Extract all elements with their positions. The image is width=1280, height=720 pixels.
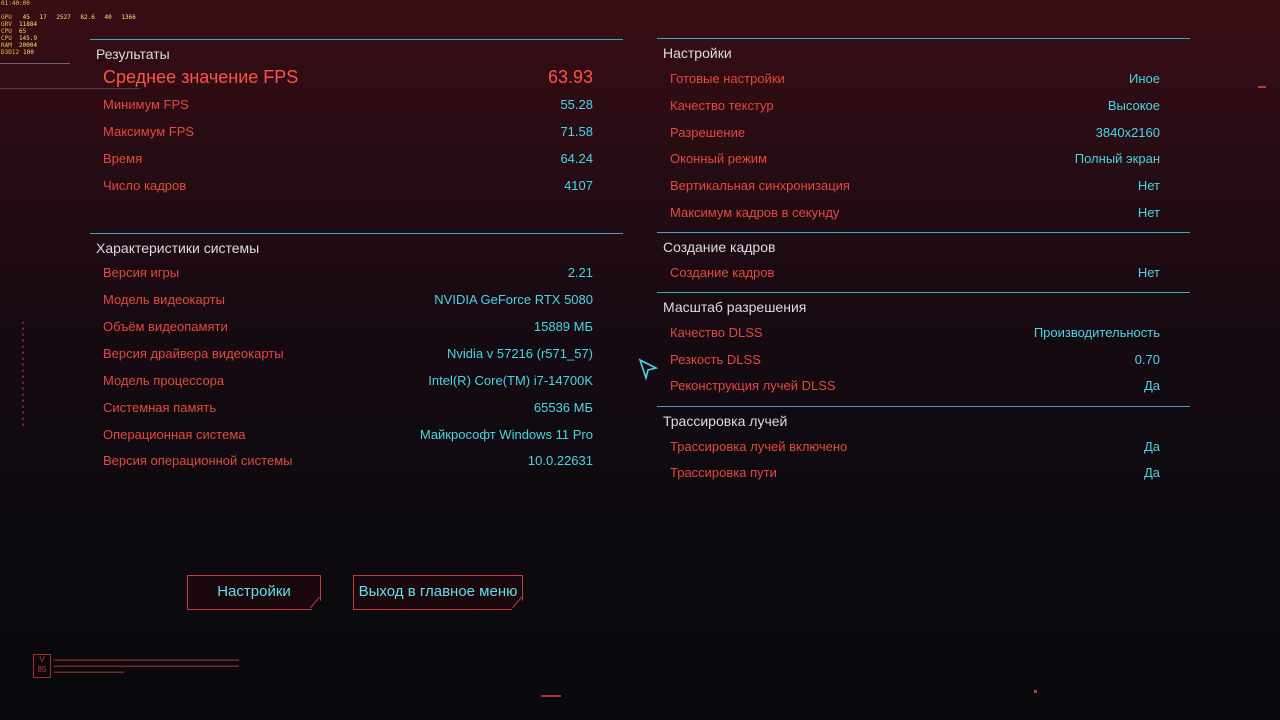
- main-menu-button[interactable]: Выход в главное меню: [353, 575, 523, 610]
- decor-dot: [1258, 86, 1266, 88]
- average-fps-row: Среднее значение FPS 63.93: [90, 67, 623, 89]
- system-row: Версия игры 2.21: [103, 265, 593, 280]
- results-header: Результаты: [90, 39, 623, 66]
- settings-row: Максимум кадров в секунду Нет: [670, 205, 1160, 220]
- system-row: Объём видеопамяти 15889 МБ: [103, 319, 593, 334]
- raytracing-panel: Трассировка лучей Трассировка лучей вклю…: [657, 406, 1190, 490]
- raytracing-row: Трассировка пути Да: [670, 465, 1160, 480]
- result-row: Максимум FPS 71.58: [103, 124, 593, 139]
- result-row: Минимум FPS 55.28: [103, 97, 593, 112]
- system-row: Системная память 65536 МБ: [103, 400, 593, 415]
- settings-panel: Настройки Готовые настройки Иное Качество…: [657, 38, 1190, 228]
- overlay-row: D3D12 100: [1, 49, 34, 56]
- overlay-time: 01:40:00: [1, 0, 30, 7]
- framegen-row: Создание кадров Нет: [670, 265, 1160, 280]
- version-logo-icon: V 85: [33, 654, 51, 678]
- system-row: Версия драйвера видеокарты Nvidia v 57216…: [103, 346, 593, 361]
- raytracing-header: Трассировка лучей: [657, 406, 1190, 433]
- settings-title: Настройки: [663, 45, 732, 61]
- scaling-panel: Масштаб разрешения Качество DLSS Производ…: [657, 292, 1190, 402]
- system-row: Модель видеокарты NVIDIA GeForce RTX 5080: [103, 292, 593, 307]
- scaling-header: Масштаб разрешения: [657, 292, 1190, 319]
- system-header: Характеристики системы: [90, 233, 623, 260]
- average-fps-value: 63.93: [547, 67, 593, 87]
- cursor-icon: [638, 358, 659, 380]
- side-decoration: ▪▪▪▪▪▪▪▪▪▪▪▪▪▪▪▪▪▪: [20, 320, 26, 428]
- scaling-row: Реконструкция лучей DLSS Да: [670, 378, 1160, 393]
- raytracing-row: Трассировка лучей включено Да: [670, 439, 1160, 454]
- build-tag-decoration: [541, 694, 565, 700]
- legal-text-decoration: ▬▬▬▬▬▬▬▬▬▬▬▬▬▬▬▬▬▬▬▬▬▬▬▬▬▬▬▬▬▬▬▬▬▬▬▬▬ ▬▬▬…: [54, 657, 239, 675]
- results-panel: Результаты Среднее значение FPS 63.93 Ми…: [90, 39, 623, 209]
- result-row: Время 64.24: [103, 151, 593, 166]
- settings-row: Качество текстур Высокое: [670, 98, 1160, 113]
- settings-row: Разрешение 3840x2160: [670, 125, 1160, 140]
- system-row: Модель процессора Intel(R) Core(TM) i7-14…: [103, 373, 593, 388]
- system-panel: Характеристики системы Версия игры 2.21 М…: [90, 233, 623, 483]
- settings-header: Настройки: [657, 38, 1190, 65]
- decor-dot: [1034, 690, 1037, 693]
- settings-row: Готовые настройки Иное: [670, 71, 1160, 86]
- system-title: Характеристики системы: [96, 240, 260, 256]
- scaling-row: Качество DLSS Производительность: [670, 325, 1160, 340]
- result-row: Число кадров 4107: [103, 178, 593, 193]
- average-fps-label: Среднее значение FPS: [103, 67, 299, 87]
- settings-button[interactable]: Настройки: [187, 575, 321, 610]
- framegen-title: Создание кадров: [663, 239, 776, 255]
- system-row: Операционная система Майкрософт Windows 1…: [103, 427, 593, 442]
- settings-row: Вертикальная синхронизация Нет: [670, 178, 1160, 193]
- framegen-header: Создание кадров: [657, 232, 1190, 259]
- results-title: Результаты: [96, 46, 170, 62]
- overlay-graph-line: [0, 63, 70, 64]
- scaling-title: Масштаб разрешения: [663, 299, 807, 315]
- framegen-panel: Создание кадров Создание кадров Нет: [657, 232, 1190, 288]
- raytracing-title: Трассировка лучей: [663, 413, 788, 429]
- scaling-row: Резкость DLSS 0.70: [670, 352, 1160, 367]
- settings-row: Оконный режим Полный экран: [670, 151, 1160, 166]
- system-row: Версия операционной системы 10.0.22631: [103, 453, 593, 468]
